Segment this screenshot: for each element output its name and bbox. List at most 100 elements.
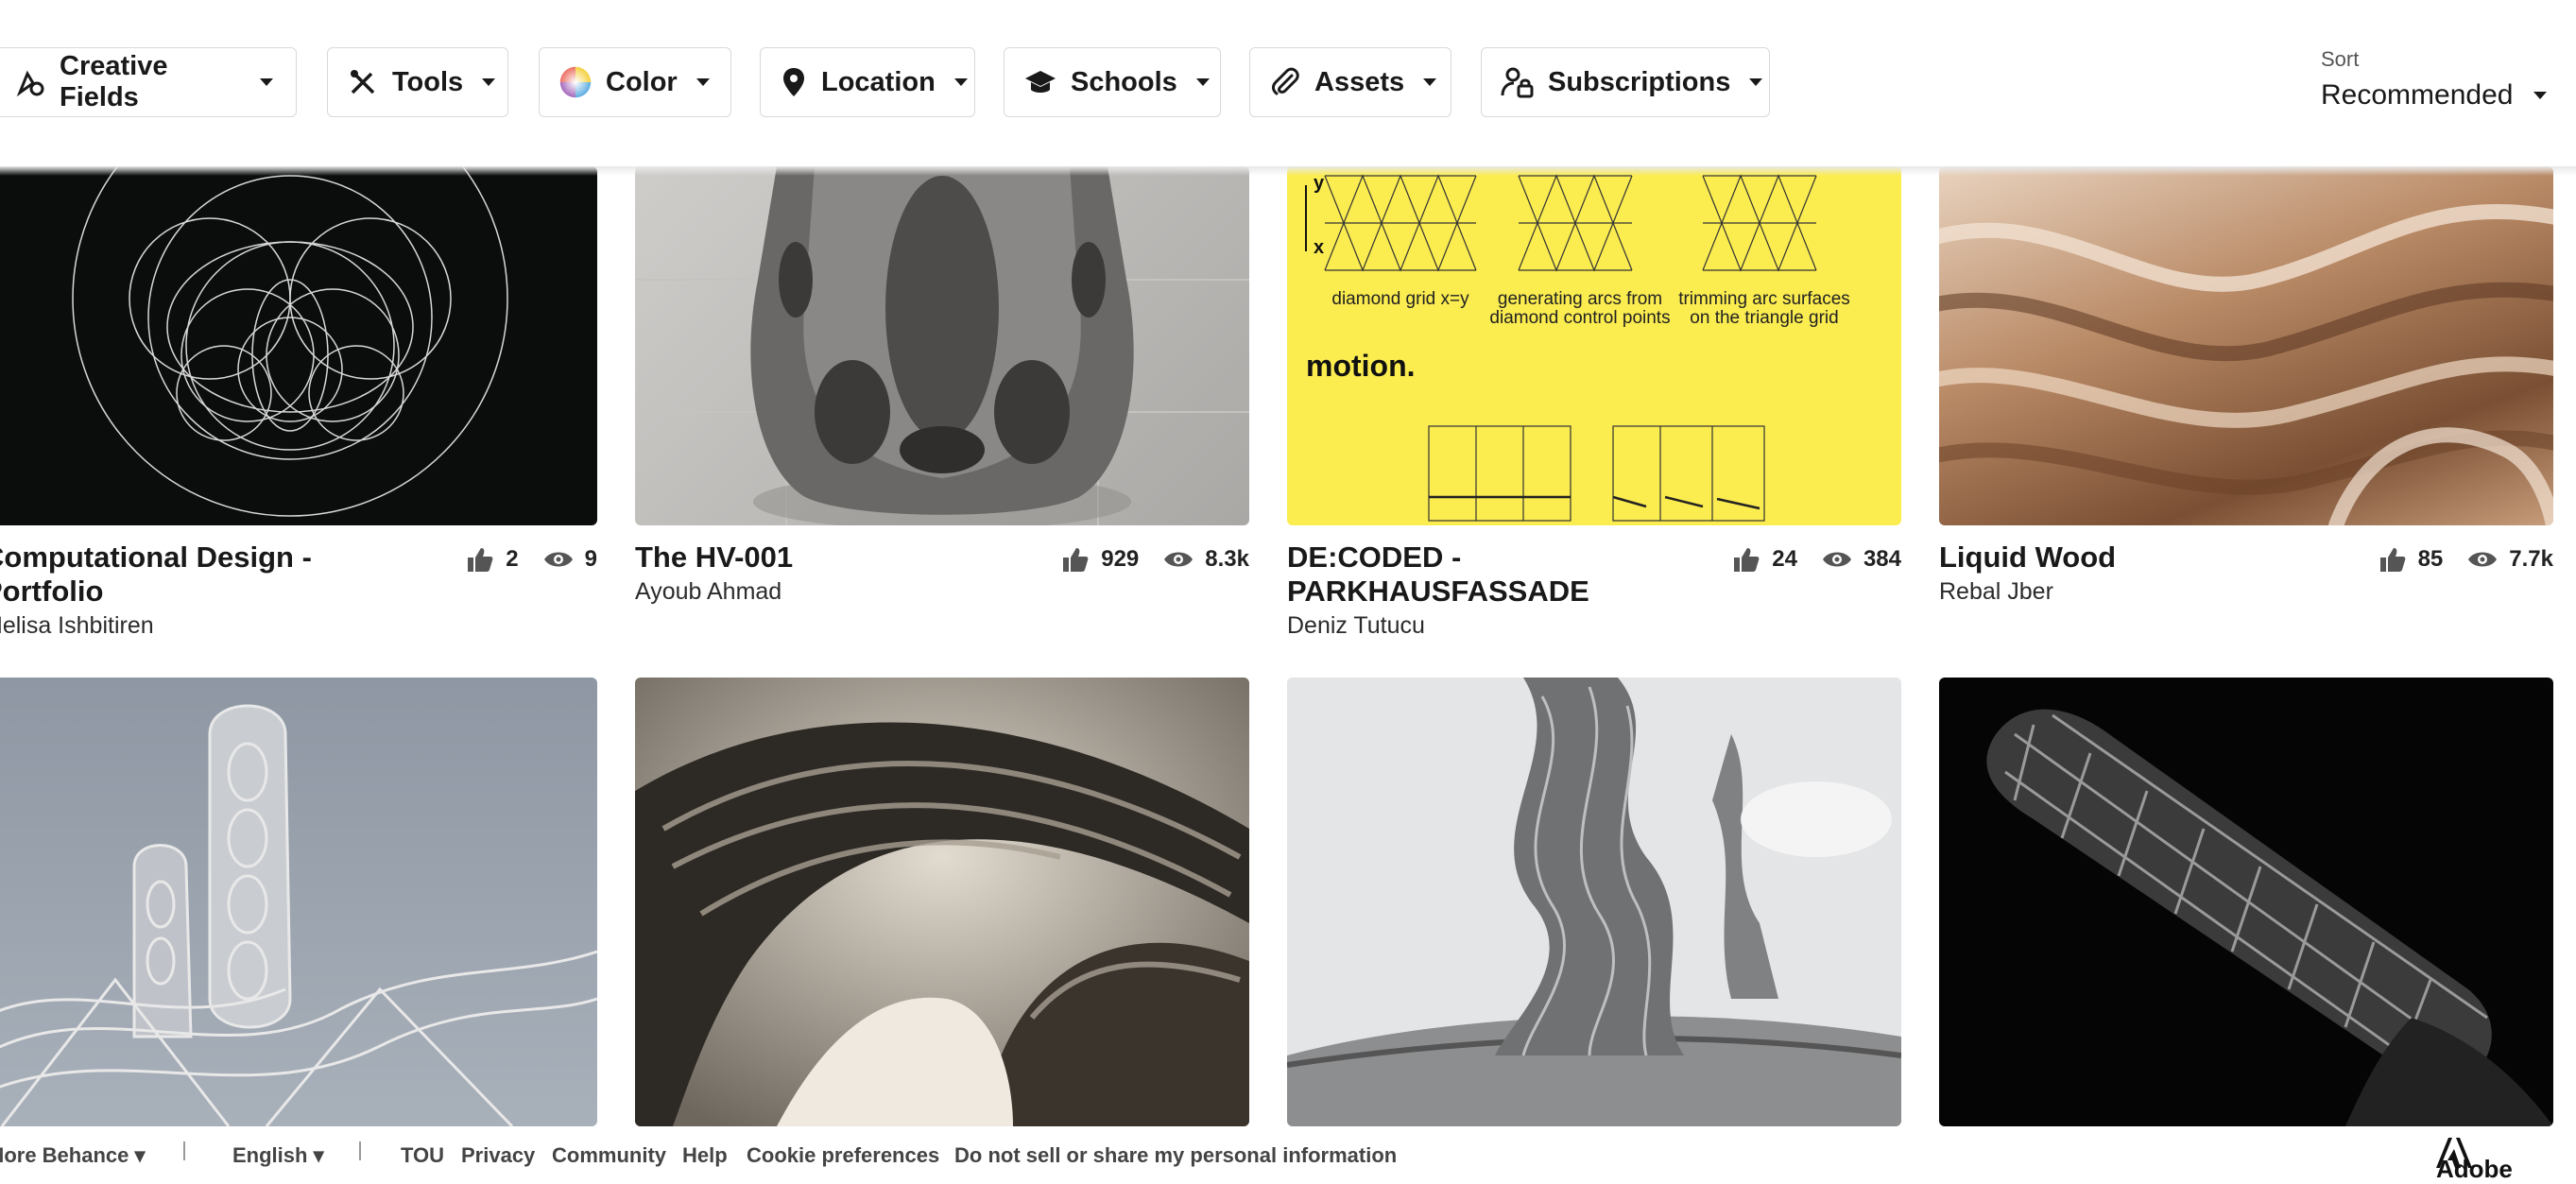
project-thumbnail[interactable] (0, 678, 597, 1126)
diagram-caption: diamond control points (1489, 308, 1670, 328)
color-wheel-icon (558, 65, 592, 99)
sort-label: Sort (2321, 47, 2360, 71)
location-filter[interactable]: Location (760, 47, 975, 117)
eye-icon (543, 552, 573, 567)
thumbs-up-icon (468, 548, 493, 572)
project-thumbnail[interactable] (1939, 166, 2553, 525)
community-link[interactable]: Community (552, 1143, 666, 1168)
adobe-label: Adobe (2436, 1155, 2513, 1183)
facade-diagram-artwork: y x diamond grid x=y generating arcs fro… (1305, 173, 1850, 522)
project-thumbnail[interactable] (1939, 678, 2553, 1126)
tools-label: Tools (392, 66, 464, 97)
help-link[interactable]: Help (682, 1143, 728, 1168)
ribbon-structure-artwork (635, 678, 1249, 1126)
color-label: Color (606, 66, 678, 97)
schools-filter[interactable]: Schools (1004, 47, 1221, 117)
chevron-down-icon (1423, 78, 1437, 86)
eye-icon (2468, 552, 2498, 567)
assets-filter[interactable]: Assets (1249, 47, 1451, 117)
view-count: 384 (1863, 546, 1901, 572)
like-count: 24 (1772, 546, 1797, 572)
project-thumbnail[interactable] (635, 166, 1249, 525)
circles-artwork (72, 166, 508, 517)
chevron-down-icon (1195, 78, 1210, 86)
subscriptions-filter[interactable]: Subscriptions (1481, 47, 1770, 117)
tools-filter[interactable]: Tools (327, 47, 508, 117)
project-owner[interactable]: Deniz Tutucu (1287, 612, 1425, 640)
project-stats: 2 9 (466, 546, 597, 573)
wood-waves-artwork (1939, 204, 2553, 525)
diagram-heading: motion. (1306, 349, 1416, 383)
diagram-caption: diamond grid x=y (1331, 289, 1469, 309)
project-thumbnail[interactable] (1287, 678, 1901, 1126)
chevron-down-icon (696, 78, 710, 86)
location-pin-icon (780, 65, 808, 99)
thumbs-up-icon (2379, 548, 2405, 572)
project-title[interactable]: Liquid Wood (1939, 541, 2383, 575)
cookie-preferences-link[interactable]: Cookie preferences (747, 1143, 939, 1168)
filter-bar: Creative Fields Tools Color Location Sch… (0, 0, 2576, 166)
paperclip-icon (1269, 65, 1301, 99)
lattice-tube-artwork (1986, 709, 2553, 1126)
project-stats: 85 7.7k (2379, 546, 2553, 573)
schools-label: Schools (1071, 66, 1177, 97)
thumbs-up-icon (1734, 548, 1760, 572)
like-count: 2 (506, 546, 519, 572)
view-count: 9 (584, 546, 597, 572)
eye-icon (1822, 552, 1851, 567)
sort-control: Sort Recommended (2321, 47, 2548, 112)
chevron-down-icon (953, 78, 968, 86)
thumbs-up-icon (1063, 548, 1089, 572)
project-title[interactable]: DE:CODED - PARKHAUSFASSADE (1287, 541, 1731, 609)
color-filter[interactable]: Color (539, 47, 731, 117)
project-thumbnail[interactable]: y x diamond grid x=y generating arcs fro… (1287, 166, 1901, 525)
diagram-caption: generating arcs from (1498, 289, 1662, 309)
more-behance-label: More Behance (0, 1143, 129, 1167)
like-count: 85 (2417, 546, 2444, 572)
project-stats: 929 8.3k (1061, 546, 1249, 573)
eye-icon (1164, 552, 1194, 567)
project-owner[interactable]: Rebal Jber (1939, 578, 2053, 606)
chevron-down-icon (1749, 78, 1763, 86)
axis-y-label: y (1314, 173, 1325, 194)
user-lock-icon (1501, 65, 1535, 99)
do-not-sell-link[interactable]: Do not sell or share my personal informa… (954, 1143, 1397, 1168)
car-artwork (635, 166, 1249, 525)
flowing-tower-artwork (1287, 678, 1901, 1126)
privacy-link[interactable]: Privacy (461, 1143, 535, 1168)
language-menu[interactable]: English ▾ (232, 1143, 324, 1168)
language-label: English (232, 1143, 308, 1167)
footer: More Behance ▾ English ▾ TOU Privacy Com… (0, 1126, 2576, 1183)
sort-value: Recommended (2321, 79, 2514, 111)
footer-divider (183, 1141, 185, 1160)
filter-bar-shadow (0, 166, 2576, 176)
sort-dropdown[interactable]: Recommended (2321, 79, 2548, 112)
project-title[interactable]: The HV-001 (635, 541, 1079, 575)
project-thumbnail[interactable] (0, 166, 597, 525)
creative-fields-icon (14, 65, 46, 99)
diagram-caption: on the triangle grid (1690, 308, 1838, 328)
chevron-down-icon (482, 78, 496, 86)
adobe-brand[interactable]: Adobe (2436, 1138, 2513, 1183)
tou-link[interactable]: TOU (401, 1143, 444, 1168)
lattice-towers-artwork (0, 704, 597, 1126)
subscriptions-label: Subscriptions (1548, 66, 1731, 97)
project-title[interactable]: Computational Design - Portfolio (0, 541, 427, 609)
view-count: 8.3k (1205, 546, 1249, 572)
more-behance-menu[interactable]: More Behance ▾ (0, 1143, 146, 1168)
view-count: 7.7k (2509, 546, 2553, 572)
diagram-caption: trimming arc surfaces (1678, 289, 1850, 309)
footer-divider (359, 1141, 361, 1160)
graduation-cap-icon (1023, 65, 1057, 99)
project-owner[interactable]: Melisa Ishbitiren (0, 612, 154, 640)
assets-label: Assets (1314, 66, 1405, 97)
project-owner[interactable]: Ayoub Ahmad (635, 578, 781, 606)
tools-icon (347, 65, 379, 99)
creative-fields-filter[interactable]: Creative Fields (0, 47, 297, 117)
axis-x-label: x (1314, 237, 1324, 258)
creative-fields-label: Creative Fields (60, 51, 168, 112)
chevron-down-icon (260, 78, 273, 86)
location-label: Location (821, 66, 936, 97)
project-thumbnail[interactable] (635, 678, 1249, 1126)
project-stats: 24 384 (1732, 546, 1901, 573)
